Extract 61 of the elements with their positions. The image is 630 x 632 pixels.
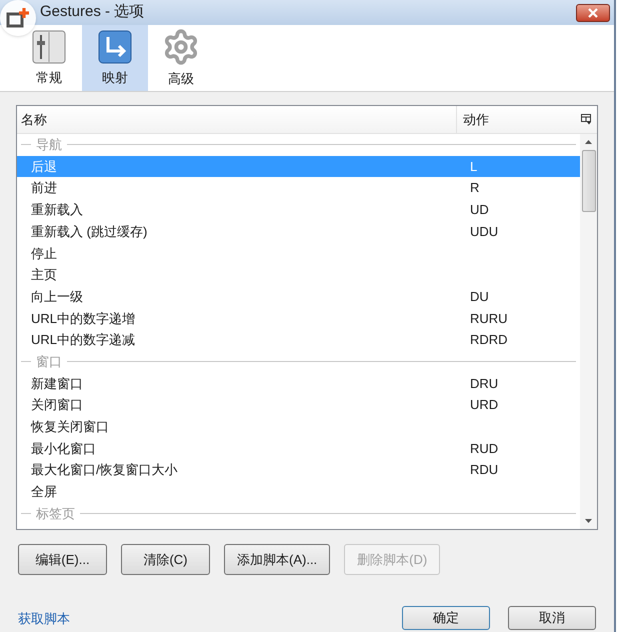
action-name: 恢复关闭窗口 — [30, 418, 110, 436]
action-button[interactable]: 编辑(E)... — [18, 544, 107, 575]
list-row[interactable]: 最大化窗口/恢复窗口大小 RDU — [17, 459, 580, 481]
gesture-code: RURU — [469, 310, 509, 328]
gesture-code: RDU — [469, 461, 500, 480]
action-button[interactable]: 清除(C) — [121, 544, 210, 575]
scrollbar[interactable] — [580, 134, 597, 529]
action-name: 关闭窗口 — [30, 396, 84, 414]
action-name: 停止 — [30, 244, 58, 263]
list-row[interactable]: 全屏 — [17, 481, 580, 503]
list-row[interactable]: 向上一级 DU — [17, 286, 580, 308]
list-row[interactable]: 停止 — [17, 242, 580, 264]
close-icon — [587, 8, 599, 18]
action-name: URL中的数字递增 — [30, 310, 136, 328]
toolbar-tab[interactable]: 映射 — [82, 25, 148, 91]
list-row[interactable]: 主页 — [17, 264, 580, 286]
column-header[interactable]: 名称 — [17, 110, 456, 130]
gesture-code: RUD — [469, 440, 500, 458]
switch-panel-icon — [31, 28, 67, 65]
list-row[interactable]: 重新载入 UD — [17, 199, 580, 221]
scroll-up-icon[interactable] — [585, 140, 592, 144]
list-row[interactable]: 重新载入 (跳过缓存) UDU — [17, 220, 580, 242]
scroll-down-icon[interactable] — [585, 519, 592, 523]
action-name: 前进 — [30, 179, 58, 198]
list-row[interactable]: URL中的数字递减 RDRD — [17, 329, 580, 351]
group-header: 导航 — [36, 136, 62, 154]
list-row[interactable]: 新建窗口 DRU — [17, 372, 580, 394]
gesture-code: R — [469, 179, 480, 198]
gear-icon — [162, 28, 200, 66]
scroll-thumb[interactable] — [582, 150, 596, 212]
dialog-button[interactable]: 取消 — [508, 606, 596, 630]
gesture-code: UD — [469, 201, 490, 220]
list-row[interactable]: 最小化窗口 RUD — [17, 438, 580, 460]
crop-plus-icon — [6, 7, 30, 29]
get-scripts-link[interactable]: 获取脚本 — [18, 608, 70, 628]
group-header: 标签页 — [36, 504, 75, 523]
close-button[interactable] — [576, 4, 610, 22]
gesture-code: RDRD — [469, 331, 509, 350]
action-name: 重新载入 — [30, 201, 84, 220]
column-header[interactable]: 动作 — [456, 106, 576, 133]
gesture-code: UDU — [469, 222, 500, 241]
list-row[interactable]: 恢复关闭窗口 — [17, 416, 580, 438]
list-row[interactable]: 关闭窗口 URD — [17, 394, 580, 416]
gesture-code: URD — [469, 396, 500, 414]
action-name: 新建窗口 — [30, 374, 84, 393]
list-row[interactable]: 前进 R — [17, 177, 580, 200]
gesture-code: L — [469, 158, 478, 176]
action-name: URL中的数字递减 — [30, 331, 136, 350]
list-row[interactable]: URL中的数字递增 RURU — [17, 308, 580, 330]
gesture-code: DU — [469, 288, 490, 306]
action-button[interactable]: 添加脚本(A)... — [224, 544, 330, 575]
gesture-code: DRU — [469, 374, 500, 393]
action-name: 向上一级 — [30, 288, 84, 306]
group-header: 窗口 — [36, 352, 62, 371]
action-name: 最大化窗口/恢复窗口大小 — [30, 461, 179, 480]
window-title: Gestures - 选项 — [40, 2, 144, 22]
column-picker-icon[interactable] — [581, 114, 592, 125]
action-name: 重新载入 (跳过缓存) — [30, 222, 148, 241]
action-name: 最小化窗口 — [30, 440, 97, 458]
action-name: 后退 — [30, 158, 58, 176]
dialog-button[interactable]: 确定 — [402, 606, 490, 630]
